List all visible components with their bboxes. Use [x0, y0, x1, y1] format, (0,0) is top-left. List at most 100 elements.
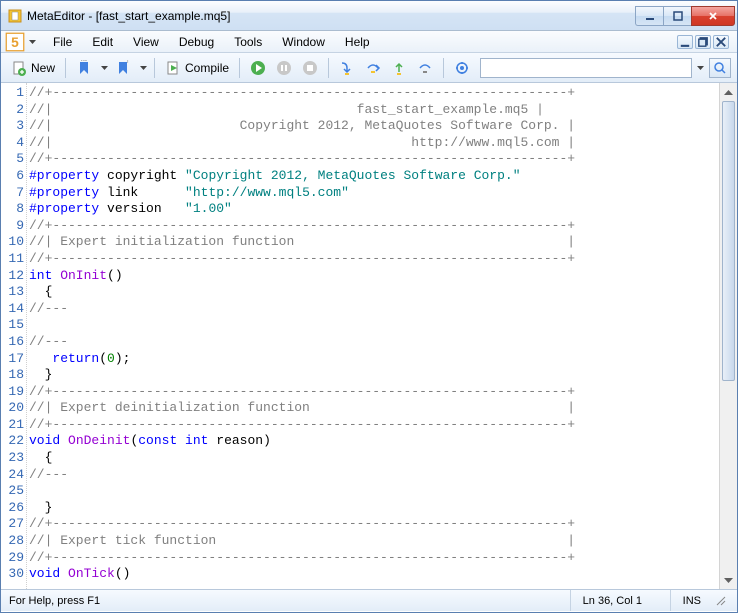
code-line[interactable]: void OnTick() [29, 566, 719, 583]
app-icon [7, 8, 23, 24]
mdi-minimize-button[interactable] [677, 35, 693, 49]
code-line[interactable]: //| Copyright 2012, MetaQuotes Software … [29, 118, 719, 135]
step-over-button[interactable] [361, 56, 385, 80]
bookmark-prev-dropdown[interactable] [99, 66, 109, 70]
close-button[interactable] [691, 6, 735, 26]
compile-button[interactable]: Compile [161, 56, 233, 80]
window-controls [635, 6, 735, 26]
status-insert-mode: INS [670, 590, 713, 611]
line-number: 9 [1, 218, 24, 235]
code-line[interactable]: return(0); [29, 351, 719, 368]
step-into-button[interactable] [335, 56, 359, 80]
bookmark-next-button[interactable]: f [111, 56, 135, 80]
new-icon [11, 60, 27, 76]
play-button[interactable] [246, 56, 270, 80]
resize-grip[interactable] [713, 593, 729, 609]
mdi-close-button[interactable] [713, 35, 729, 49]
stop-button[interactable] [298, 56, 322, 80]
menu-tools[interactable]: Tools [224, 33, 272, 51]
menu-file[interactable]: File [43, 33, 82, 51]
code-line[interactable]: //+-------------------------------------… [29, 151, 719, 168]
new-button[interactable]: New [7, 56, 59, 80]
code-line[interactable]: #property copyright "Copyright 2012, Met… [29, 168, 719, 185]
code-line[interactable]: //--- [29, 467, 719, 484]
menu-view[interactable]: View [123, 33, 169, 51]
line-number: 27 [1, 516, 24, 533]
line-number: 16 [1, 334, 24, 351]
code-line[interactable]: //+-------------------------------------… [29, 417, 719, 434]
menu-debug[interactable]: Debug [169, 33, 224, 51]
code-line[interactable]: void OnDeinit(const int reason) [29, 433, 719, 450]
code-line[interactable]: //+-------------------------------------… [29, 384, 719, 401]
line-number: 8 [1, 201, 24, 218]
code-line[interactable]: //+-------------------------------------… [29, 218, 719, 235]
menu-help[interactable]: Help [335, 33, 380, 51]
code-line[interactable]: //| http://www.mql5.com | [29, 135, 719, 152]
doc-dropdown[interactable] [27, 40, 37, 44]
line-number: 18 [1, 367, 24, 384]
step-out-button[interactable] [387, 56, 411, 80]
code-line[interactable]: //| Expert initialization function | [29, 234, 719, 251]
line-number: 12 [1, 268, 24, 285]
line-number: 5 [1, 151, 24, 168]
window-title: MetaEditor - [fast_start_example.mq5] [27, 9, 635, 23]
code-line[interactable]: } [29, 367, 719, 384]
search-button[interactable] [709, 58, 731, 78]
line-number: 23 [1, 450, 24, 467]
code-editor[interactable]: //+-------------------------------------… [27, 83, 719, 589]
scroll-thumb[interactable] [722, 101, 735, 381]
svg-text:var: var [81, 60, 88, 63]
titlebar: MetaEditor - [fast_start_example.mq5] [1, 1, 737, 31]
terminal-button[interactable] [450, 56, 474, 80]
scroll-down-arrow[interactable] [720, 571, 737, 589]
stop-icon [302, 60, 318, 76]
menu-window[interactable]: Window [272, 33, 335, 51]
vertical-scrollbar[interactable] [719, 83, 737, 589]
minimize-button[interactable] [635, 6, 663, 26]
maximize-button[interactable] [663, 6, 691, 26]
line-number: 10 [1, 234, 24, 251]
code-line[interactable]: //+-------------------------------------… [29, 516, 719, 533]
menubar: 5 FileEditViewDebugToolsWindowHelp [1, 31, 737, 53]
line-number: 2 [1, 102, 24, 119]
code-line[interactable]: } [29, 500, 719, 517]
code-line[interactable] [29, 317, 719, 334]
line-number: 26 [1, 500, 24, 517]
bookmark-next-dropdown[interactable] [138, 66, 148, 70]
scroll-up-arrow[interactable] [720, 83, 737, 101]
code-line[interactable]: //| fast_start_example.mq5 | [29, 102, 719, 119]
code-line[interactable]: #property link "http://www.mql5.com" [29, 185, 719, 202]
statusbar: For Help, press F1 Ln 36, Col 1 INS [1, 589, 737, 611]
bookmark-next-icon: f [115, 60, 131, 76]
bookmark-prev-button[interactable]: var [72, 56, 96, 80]
code-line[interactable]: #property version "1.00" [29, 201, 719, 218]
line-number: 20 [1, 400, 24, 417]
code-line[interactable]: //+-------------------------------------… [29, 251, 719, 268]
toolbar: New var f Compile [1, 53, 737, 83]
code-line[interactable]: //| Expert deinitialization function | [29, 400, 719, 417]
search-icon [713, 61, 727, 75]
code-line[interactable]: //| Expert tick function | [29, 533, 719, 550]
code-line[interactable] [29, 483, 719, 500]
line-number: 17 [1, 351, 24, 368]
code-line[interactable]: { [29, 450, 719, 467]
code-line[interactable]: //--- [29, 334, 719, 351]
mdi-restore-button[interactable] [695, 35, 711, 49]
pause-button[interactable] [272, 56, 296, 80]
new-label: New [31, 61, 55, 75]
run-to-cursor-button[interactable] [413, 56, 437, 80]
code-line[interactable]: { [29, 284, 719, 301]
search-dropdown[interactable] [695, 66, 705, 70]
editor-area: 1234567891011121314151617181920212223242… [1, 83, 737, 589]
code-line[interactable]: int OnInit() [29, 268, 719, 285]
code-line[interactable]: //+-------------------------------------… [29, 85, 719, 102]
line-number: 11 [1, 251, 24, 268]
code-line[interactable]: //--- [29, 301, 719, 318]
line-number: 30 [1, 566, 24, 583]
line-number: 4 [1, 135, 24, 152]
code-line[interactable]: //+-------------------------------------… [29, 550, 719, 567]
doc-icon[interactable]: 5 [5, 33, 25, 51]
menu-edit[interactable]: Edit [82, 33, 123, 51]
search-input[interactable] [480, 58, 692, 78]
line-number: 19 [1, 384, 24, 401]
